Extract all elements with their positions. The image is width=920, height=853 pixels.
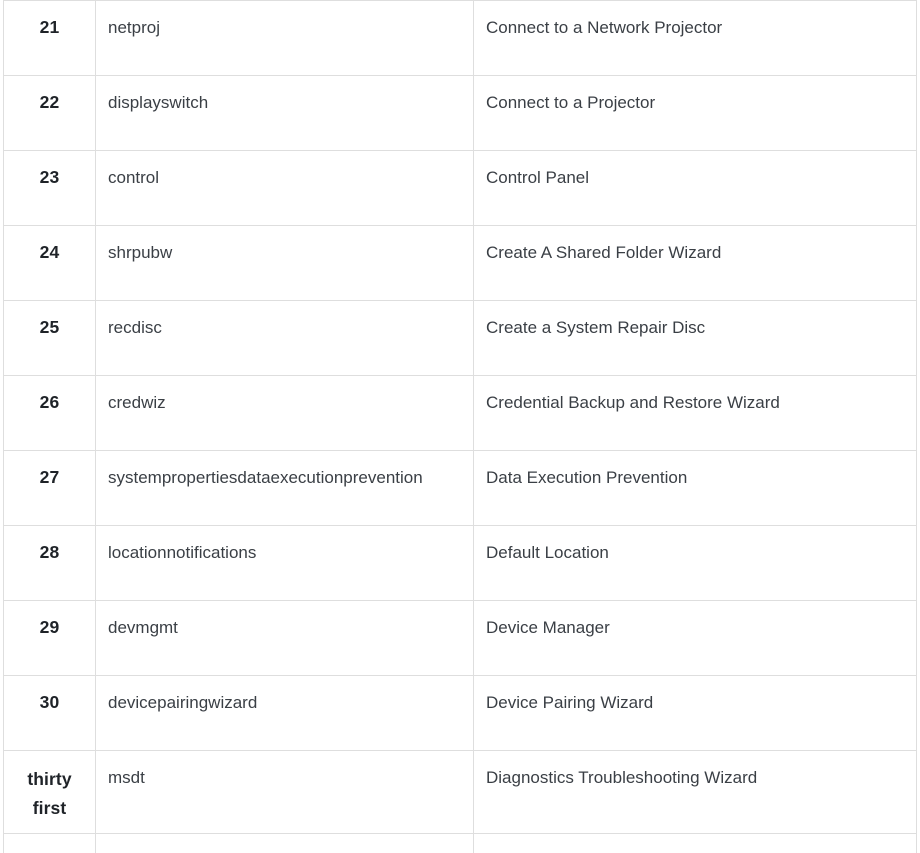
table-row: [3, 833, 917, 853]
command-name-cell: shrpubw: [95, 225, 474, 301]
table-row: 28 locationnotifications Default Location: [3, 525, 917, 601]
command-description-cell: Device Pairing Wizard: [473, 675, 917, 751]
command-name-cell: systempropertiesdataexecutionprevention: [95, 450, 474, 526]
command-name-cell: displayswitch: [95, 75, 474, 151]
table-row: 25 recdisc Create a System Repair Disc: [3, 300, 917, 376]
command-description-cell: Diagnostics Troubleshooting Wizard: [473, 750, 917, 834]
row-number-cell: [3, 833, 96, 853]
row-number-cell: 30: [3, 675, 96, 751]
table-row: 30 devicepairingwizard Device Pairing Wiza…: [3, 675, 917, 751]
command-description-cell: Create a System Repair Disc: [473, 300, 917, 376]
command-description-cell: Connect to a Network Projector: [473, 0, 917, 76]
table-row: 26 credwiz Credential Backup and Restore W…: [3, 375, 917, 451]
table-row: 24 shrpubw Create A Shared Folder Wizard: [3, 225, 917, 301]
command-description-cell: [473, 833, 917, 853]
page-root: 21 netproj Connect to a Network Projector 2…: [0, 0, 920, 853]
table-row: 23 control Control Panel: [3, 150, 917, 226]
command-name-cell: [95, 833, 474, 853]
command-description-cell: Connect to a Projector: [473, 75, 917, 151]
command-description-cell: Create A Shared Folder Wizard: [473, 225, 917, 301]
table-scroll-region[interactable]: 21 netproj Connect to a Network Projector 2…: [3, 0, 917, 853]
row-number-cell: 29: [3, 600, 96, 676]
command-description-cell: Control Panel: [473, 150, 917, 226]
table-row: 21 netproj Connect to a Network Projector: [3, 0, 917, 76]
command-description-cell: Data Execution Prevention: [473, 450, 917, 526]
row-number-cell: 23: [3, 150, 96, 226]
command-name-cell: locationnotifications: [95, 525, 474, 601]
command-description-cell: Device Manager: [473, 600, 917, 676]
row-number-cell: 24: [3, 225, 96, 301]
row-number-cell: 22: [3, 75, 96, 151]
command-name-cell: recdisc: [95, 300, 474, 376]
command-name-cell: credwiz: [95, 375, 474, 451]
command-name-cell: devicepairingwizard: [95, 675, 474, 751]
row-number-cell: 25: [3, 300, 96, 376]
row-number-cell: 28: [3, 525, 96, 601]
row-number-cell: 27: [3, 450, 96, 526]
command-description-cell: Default Location: [473, 525, 917, 601]
table-row: 27 systempropertiesdataexecutionpreventio…: [3, 450, 917, 526]
table-row: 29 devmgmt Device Manager: [3, 600, 917, 676]
row-number-cell: 26: [3, 375, 96, 451]
row-number-cell: thirty first: [3, 750, 96, 834]
command-name-cell: devmgmt: [95, 600, 474, 676]
table-body: 21 netproj Connect to a Network Projector 2…: [3, 0, 917, 853]
command-description-cell: Credential Backup and Restore Wizard: [473, 375, 917, 451]
table-row: 22 displayswitch Connect to a Projector: [3, 75, 917, 151]
command-name-cell: netproj: [95, 0, 474, 76]
table-row: thirty first msdt Diagnostics Troubleshoot…: [3, 750, 917, 834]
row-number-cell: 21: [3, 0, 96, 76]
run-commands-table: 21 netproj Connect to a Network Projector 2…: [3, 0, 917, 853]
command-name-cell: msdt: [95, 750, 474, 834]
command-name-cell: control: [95, 150, 474, 226]
